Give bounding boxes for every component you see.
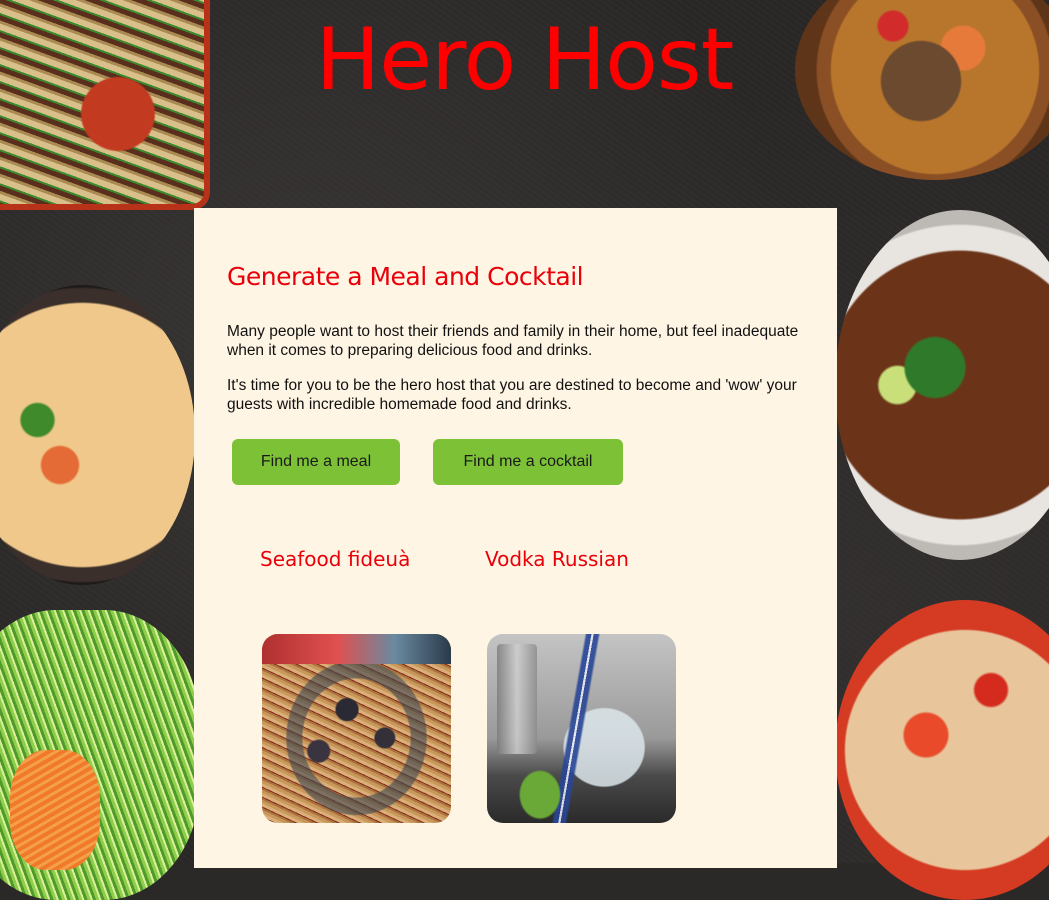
cocktail-image — [487, 634, 676, 823]
meal-name: Seafood fideuà — [260, 547, 411, 571]
site-title: Hero Host — [315, 10, 735, 110]
content-panel: Generate a Meal and Cocktail Many people… — [194, 208, 837, 868]
find-meal-button[interactable]: Find me a meal — [232, 439, 400, 485]
section-heading: Generate a Meal and Cocktail — [227, 262, 584, 291]
meal-image — [262, 634, 451, 823]
find-cocktail-button[interactable]: Find me a cocktail — [433, 439, 623, 485]
intro-paragraph: It's time for you to be the hero host th… — [227, 377, 797, 413]
intro-paragraph: Many people want to host their friends a… — [227, 323, 799, 359]
vegetable-salad-image — [0, 610, 200, 900]
curry-soup-bowl-image — [0, 285, 195, 585]
stir-fry-noodles-bowl-image — [835, 210, 1049, 560]
cocktail-result: Vodka Russian — [485, 544, 676, 823]
cocktail-name: Vodka Russian — [485, 547, 629, 571]
meal-result: Seafood fideuà — [260, 544, 451, 823]
shrimp-noodle-dish-image — [835, 600, 1049, 900]
